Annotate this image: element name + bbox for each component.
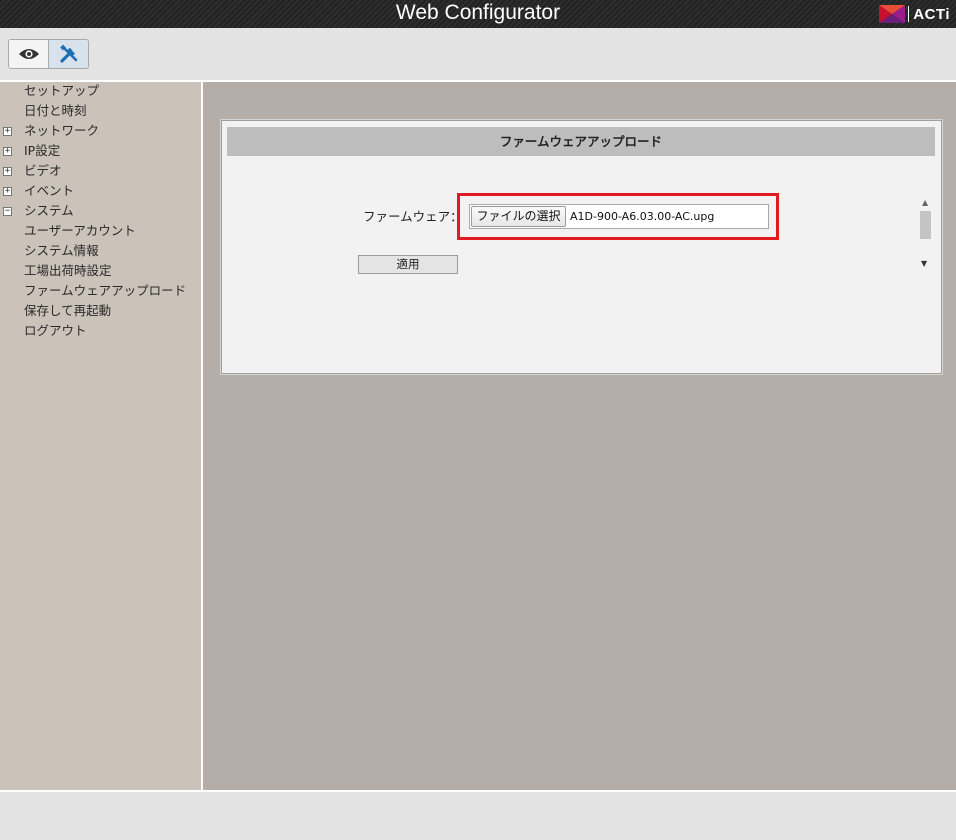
setup-button[interactable] — [48, 40, 88, 68]
sidebar-item-system[interactable]: − システム — [0, 202, 200, 222]
selected-file-name: A1D-900-A6.03.00-AC.upg — [570, 210, 715, 223]
sidebar-item-firmware-upload[interactable]: ファームウェアアップロード — [0, 282, 200, 302]
logo-text: ACTi — [913, 5, 950, 23]
sidebar-item-ip-settings[interactable]: + IP設定 — [0, 142, 200, 162]
acti-logo: ACTi — [879, 4, 950, 24]
eye-icon — [18, 49, 39, 59]
panel-title: ファームウェアアップロード — [227, 127, 935, 156]
collapse-icon[interactable]: − — [3, 207, 12, 216]
view-mode-switch — [8, 39, 89, 69]
sidebar-item-event[interactable]: + イベント — [0, 182, 200, 202]
sidebar-item-label: IP設定 — [24, 143, 61, 158]
toolbar — [0, 28, 956, 82]
sidebar-item-label: 工場出荷時設定 — [24, 263, 112, 278]
sidebar-item-setup[interactable]: セットアップ — [0, 82, 200, 102]
app-title: Web Configurator — [395, 1, 561, 24]
tools-icon — [59, 44, 77, 63]
scroll-up-icon[interactable]: ▲ — [922, 199, 928, 207]
expand-icon[interactable]: + — [3, 187, 12, 196]
choose-file-button[interactable]: ファイルの選択 — [471, 206, 566, 227]
apply-button[interactable]: 適用 — [358, 255, 458, 274]
sidebar-item-network[interactable]: + ネットワーク — [0, 122, 200, 142]
firmware-upload-panel: ファームウェアアップロード ファームウェア： ファイルの選択 A1D-900-A… — [221, 120, 942, 374]
sidebar-item-label: ビデオ — [24, 163, 62, 178]
sidebar-item-label: システム情報 — [24, 243, 99, 258]
live-view-button[interactable] — [9, 40, 48, 68]
sidebar-item-label: ログアウト — [24, 323, 87, 338]
expand-icon[interactable]: + — [3, 127, 12, 136]
sidebar-item-save-reboot[interactable]: 保存して再起動 — [0, 302, 200, 322]
scrollbar-thumb[interactable] — [920, 211, 931, 239]
sidebar-item-label: ネットワーク — [24, 123, 100, 138]
sidebar-item-label: セットアップ — [24, 83, 100, 98]
sidebar-item-label: ファームウェアアップロード — [24, 283, 187, 298]
sidebar-item-system-info[interactable]: システム情報 — [0, 242, 200, 262]
scroll-down-icon[interactable]: ▼ — [921, 260, 927, 268]
firmware-file-input[interactable]: ファイルの選択 A1D-900-A6.03.00-AC.upg — [469, 204, 769, 229]
sidebar: セットアップ 日付と時刻 + ネットワーク + IP設定 + ビデオ + イベン… — [0, 82, 203, 790]
sidebar-item-logout[interactable]: ログアウト — [0, 322, 200, 342]
expand-icon[interactable]: + — [3, 147, 12, 156]
footer — [0, 790, 956, 840]
sidebar-item-label: システム — [24, 203, 74, 218]
title-bar: Web Configurator ACTi — [0, 0, 956, 28]
main-content: ファームウェアアップロード ファームウェア： ファイルの選択 A1D-900-A… — [203, 82, 956, 790]
sidebar-item-label: 日付と時刻 — [24, 103, 87, 118]
acti-logo-mark-icon — [879, 5, 906, 23]
sidebar-item-label: 保存して再起動 — [24, 303, 112, 318]
expand-icon[interactable]: + — [3, 167, 12, 176]
logo-separator — [908, 6, 910, 22]
firmware-label: ファームウェア： — [363, 209, 463, 224]
sidebar-item-factory-default[interactable]: 工場出荷時設定 — [0, 262, 200, 282]
sidebar-item-date-time[interactable]: 日付と時刻 — [0, 102, 200, 122]
sidebar-item-video[interactable]: + ビデオ — [0, 162, 200, 182]
sidebar-item-label: イベント — [24, 183, 75, 198]
sidebar-item-user-account[interactable]: ユーザーアカウント — [0, 222, 200, 242]
sidebar-item-label: ユーザーアカウント — [24, 223, 136, 238]
